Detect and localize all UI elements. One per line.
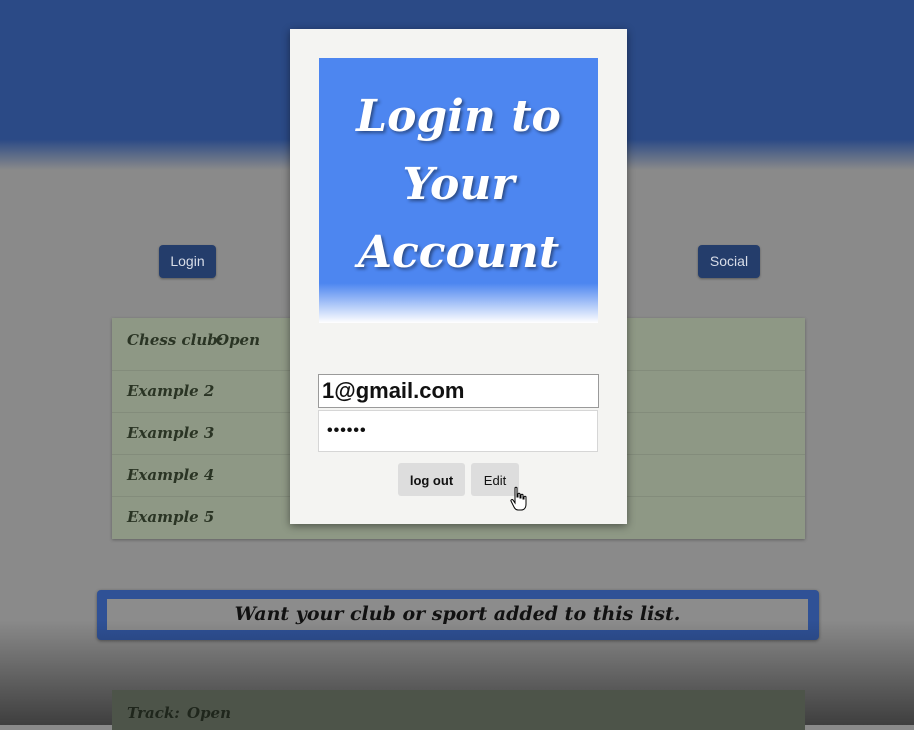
club-row-track: Track: Open [112, 690, 805, 730]
club-name: Example 2 [127, 382, 215, 400]
club-name: Example 3 [127, 424, 215, 442]
login-modal-title: Login to Your Account [356, 90, 561, 278]
club-name: Example 5 [127, 508, 215, 526]
club-name: Track: [127, 704, 180, 722]
hand-pointer-icon [510, 486, 527, 511]
club-status: Open [187, 704, 232, 722]
email-field[interactable] [318, 374, 599, 408]
club-name: Example 4 [127, 466, 215, 484]
club-status: Open [216, 331, 261, 349]
login-modal: Login to Your Account log out Edit [290, 29, 627, 524]
social-button[interactable]: Social [698, 245, 760, 278]
login-modal-banner: Login to Your Account [319, 58, 598, 323]
login-button[interactable]: Login [159, 245, 216, 278]
password-field[interactable] [318, 410, 598, 452]
logout-button[interactable]: log out [398, 463, 465, 496]
club-name: Chess club: [127, 331, 224, 349]
